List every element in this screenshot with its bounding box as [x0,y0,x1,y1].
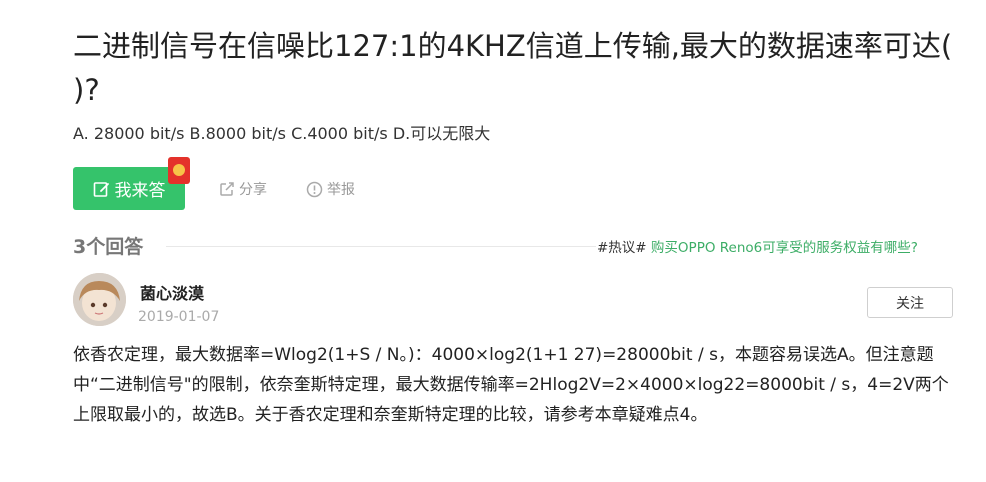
answer-username[interactable]: 菌心淡漠 [140,280,204,304]
answer-button-label: 我来答 [114,181,166,201]
hot-topic: #热议# 购买OPPO Reno6可享受的服务权益有哪些? [597,236,918,256]
follow-button[interactable]: 关注 [867,287,953,318]
answers-count: 3个回答 [73,236,144,258]
share-button[interactable]: 分享 [219,179,267,199]
question-title: 二进制信号在信噪比127:1的4KHZ信道上传输,最大的数据速率可达( )? [73,29,953,107]
hot-topic-tag: #热议# [597,240,647,256]
answer-text: 依香农定理，最大数据率=Wlog2(1+S / N。)：4000×log2(1+… [73,345,949,425]
edit-icon [93,180,111,198]
report-icon [306,181,323,197]
report-label: 举报 [327,182,355,198]
redpacket-icon[interactable] [168,157,190,184]
question-options: A. 28000 bit/s B.8000 bit/s C.4000 bit/s… [73,124,491,143]
share-label: 分享 [239,182,267,198]
share-icon [220,182,234,196]
report-button[interactable]: 举报 [306,179,355,199]
answer-date: 2019-01-07 [138,309,220,325]
divider [166,246,596,247]
avatar[interactable] [73,273,126,326]
hot-topic-link[interactable]: 购买OPPO Reno6可享受的服务权益有哪些? [651,240,918,256]
